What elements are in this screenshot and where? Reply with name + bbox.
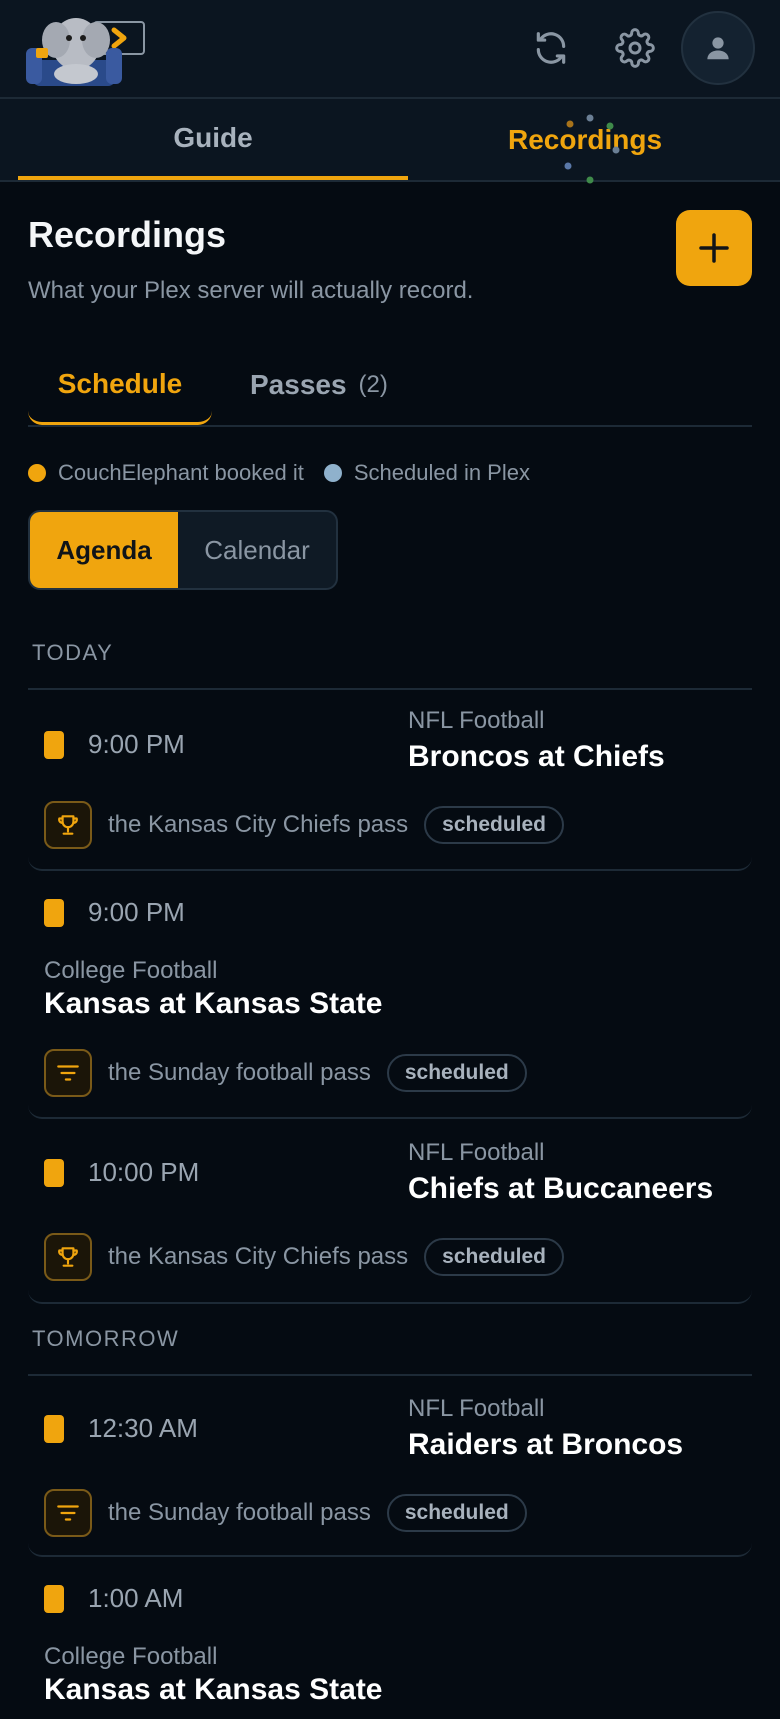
recording-time: 12:30 AM [88, 1413, 198, 1443]
passes-count: (2) [358, 371, 388, 398]
plus-icon [699, 233, 729, 263]
plex-legend-dot [323, 464, 342, 482]
pass-row: the Kansas City Chiefs pass scheduled [44, 1233, 565, 1281]
pass-name: the Kansas City Chiefs pass [108, 811, 409, 838]
recording-category: NFL Football [408, 1395, 545, 1422]
legend: CouchElephant booked it Scheduled in Ple… [28, 458, 530, 488]
recording-category: College Football [44, 1643, 218, 1670]
booked-legend-label: CouchElephant booked it [58, 460, 304, 485]
trophy-icon [44, 1233, 92, 1281]
top-bar [0, 0, 780, 99]
tab-passes-label: Passes [250, 369, 347, 400]
recording-item[interactable]: 1:00 AM College Football Kansas at Kansa… [28, 1559, 752, 1719]
page-title: Recordings [28, 214, 227, 255]
recording-title: Raiders at Broncos [408, 1428, 684, 1461]
recording-item[interactable]: 9:00 PM NFL Football Broncos at Chiefs t… [28, 687, 752, 871]
tab-passes[interactable]: Passes (2) [250, 345, 388, 425]
status-badge: scheduled [424, 806, 565, 844]
recording-item[interactable]: 12:30 AM NFL Football Raiders at Broncos… [28, 1373, 752, 1557]
booked-indicator [44, 1415, 64, 1443]
pass-name: the Sunday football pass [108, 1499, 371, 1526]
pass-row: the Kansas City Chiefs pass scheduled [44, 801, 565, 849]
recording-item[interactable]: 10:00 PM NFL Football Chiefs at Buccanee… [28, 1121, 752, 1304]
view-toggle: Agenda Calendar [28, 510, 338, 590]
status-badge: scheduled [386, 1054, 527, 1092]
page-subtitle: What your Plex server will actually reco… [28, 277, 474, 304]
booked-indicator [44, 1585, 64, 1613]
plex-legend-label: Scheduled in Plex [353, 460, 530, 485]
recording-category: NFL Football [408, 1139, 545, 1166]
booked-indicator [44, 899, 64, 927]
recording-title: Kansas at Kansas State [44, 1673, 383, 1706]
filter-icon [44, 1049, 92, 1097]
status-badge: scheduled [424, 1238, 565, 1276]
pass-row: the Sunday football pass scheduled [44, 1489, 527, 1537]
loading-spinner-icon [564, 114, 620, 184]
recording-time: 9:00 PM [88, 729, 185, 759]
recording-time: 10:00 PM [88, 1157, 200, 1187]
calendar-view-button[interactable]: Calendar [178, 512, 336, 588]
couchelephant-logo[interactable] [22, 8, 148, 88]
pass-name: the Sunday football pass [108, 1059, 371, 1086]
recording-title: Kansas at Kansas State [44, 987, 383, 1020]
pass-row: the Sunday football pass scheduled [44, 1049, 527, 1097]
user-avatar-button[interactable] [681, 11, 755, 85]
booked-indicator [44, 1159, 64, 1187]
filter-icon [44, 1489, 92, 1537]
tab-schedule[interactable]: Schedule [28, 345, 212, 425]
recordings-subtabs: Schedule Passes (2) [28, 345, 752, 427]
pass-name: the Kansas City Chiefs pass [108, 1243, 409, 1270]
recording-category: College Football [44, 957, 218, 984]
day-header-today: TODAY [28, 640, 752, 690]
recording-time: 1:00 AM [88, 1583, 184, 1613]
recording-time: 9:00 PM [88, 897, 185, 927]
tab-guide[interactable]: Guide [18, 99, 408, 180]
recording-category: NFL Football [408, 707, 545, 734]
agenda-view-button[interactable]: Agenda [30, 512, 178, 588]
booked-indicator [44, 731, 64, 759]
recording-title: Broncos at Chiefs [408, 740, 665, 773]
trophy-icon [44, 801, 92, 849]
recording-title: Chiefs at Buccaneers [408, 1172, 714, 1205]
main-tabs: Guide Recordings [0, 99, 780, 182]
user-icon [707, 37, 729, 60]
refresh-button[interactable] [521, 18, 581, 78]
gear-icon [615, 28, 655, 68]
day-header-tomorrow: TOMORROW [28, 1326, 752, 1376]
settings-button[interactable] [605, 18, 665, 78]
booked-legend-dot [28, 464, 46, 482]
status-badge: scheduled [386, 1494, 527, 1532]
refresh-icon [536, 32, 566, 64]
add-recording-button[interactable] [676, 210, 752, 286]
recording-item[interactable]: 9:00 PM College Football Kansas at Kansa… [28, 873, 752, 1119]
